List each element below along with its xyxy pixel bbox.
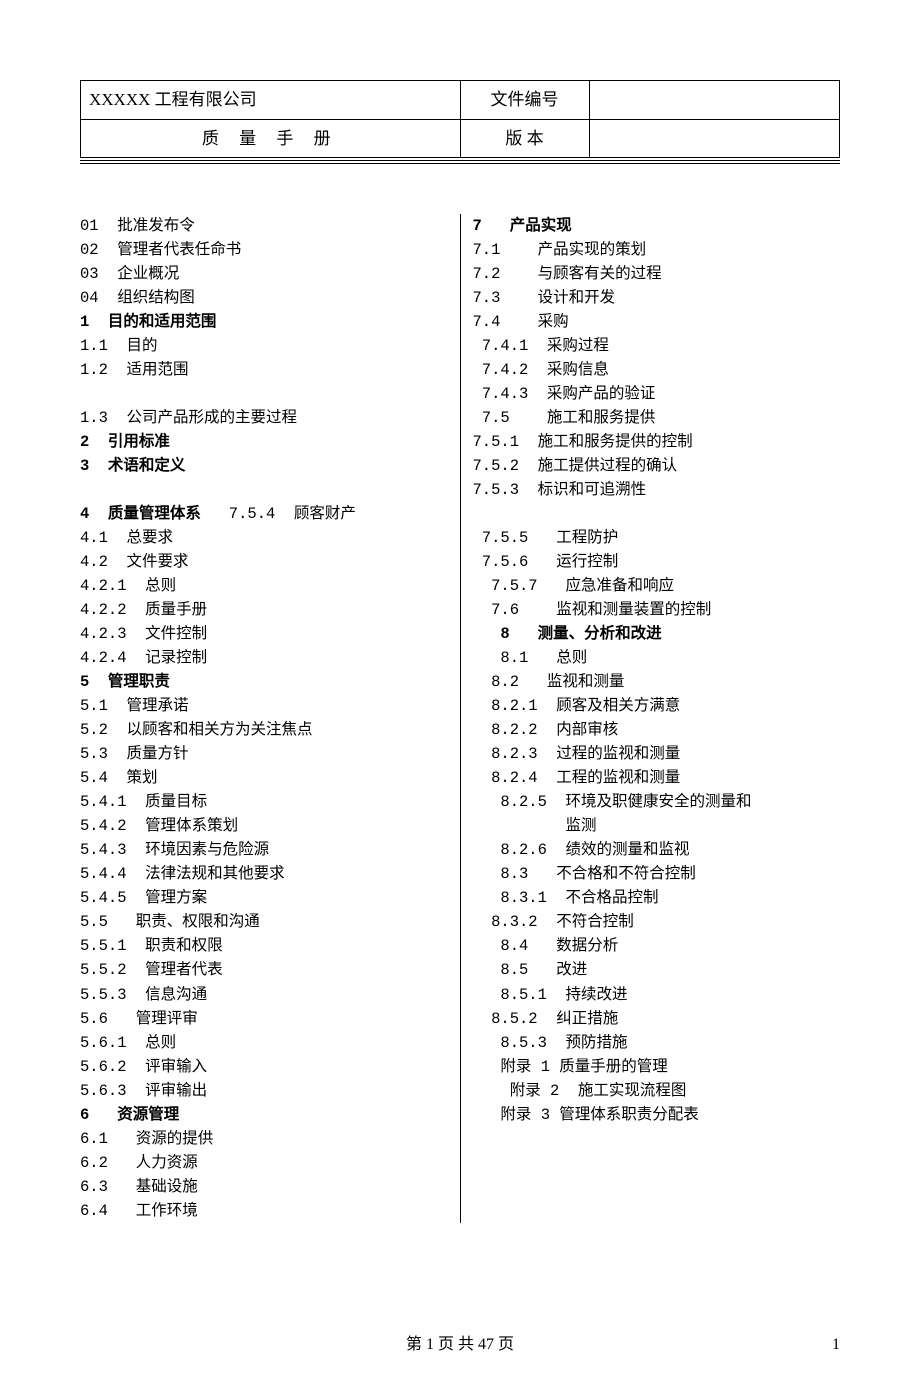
toc-line: 4.2.2 质量手册 <box>80 598 448 622</box>
toc-line: 8.1 总则 <box>473 646 841 670</box>
toc-line: 6 资源管理 <box>80 1103 448 1127</box>
toc-line: 6.3 基础设施 <box>80 1175 448 1199</box>
toc-line: 7.5.5 工程防护 <box>473 526 841 550</box>
toc-line: 6.4 工作环境 <box>80 1199 448 1223</box>
toc-line: 5.6.3 评审输出 <box>80 1079 448 1103</box>
toc-line: 4.2.1 总则 <box>80 574 448 598</box>
toc-line: 3 术语和定义 <box>80 454 448 478</box>
toc-line: 7.5.3 标识和可追溯性 <box>473 478 841 502</box>
toc-line: 7.2 与顾客有关的过程 <box>473 262 841 286</box>
toc-line: 8.5.1 持续改进 <box>473 983 841 1007</box>
footer-page-number: 1 <box>832 1333 840 1357</box>
header-table: XXXXX 工程有限公司 文件编号 质 量 手 册 版 本 <box>80 80 840 158</box>
toc-line: 8 测量、分析和改进 <box>473 622 841 646</box>
toc-line: 附录 2 施工实现流程图 <box>473 1079 841 1103</box>
header-rule <box>80 160 840 164</box>
toc-line: 8.3.1 不合格品控制 <box>473 886 841 910</box>
toc-line: 5.4.2 管理体系策划 <box>80 814 448 838</box>
doc-no-label: 文件编号 <box>460 81 589 120</box>
toc-line: 8.2.4 工程的监视和测量 <box>473 766 841 790</box>
toc-line: 4.1 总要求 <box>80 526 448 550</box>
toc-line: 03 企业概况 <box>80 262 448 286</box>
toc-line: 5.6.1 总则 <box>80 1031 448 1055</box>
doc-no-value <box>589 81 839 120</box>
toc-line: 7.4.2 采购信息 <box>473 358 841 382</box>
toc-line: 7.3 设计和开发 <box>473 286 841 310</box>
toc-line: 7.5 施工和服务提供 <box>473 406 841 430</box>
toc-line: 6.2 人力资源 <box>80 1151 448 1175</box>
toc-line: 4.2.3 文件控制 <box>80 622 448 646</box>
toc-line: 5.6 管理评审 <box>80 1007 448 1031</box>
toc-line: 5.2 以顾客和相关方为关注焦点 <box>80 718 448 742</box>
toc-line <box>80 478 448 502</box>
toc-line: 8.5.3 预防措施 <box>473 1031 841 1055</box>
toc-line <box>473 502 841 526</box>
toc-line: 8.2.3 过程的监视和测量 <box>473 742 841 766</box>
toc-line: 5 管理职责 <box>80 670 448 694</box>
toc-line: 5.3 质量方针 <box>80 742 448 766</box>
toc-line: 02 管理者代表任命书 <box>80 238 448 262</box>
toc-line: 5.6.2 评审输入 <box>80 1055 448 1079</box>
toc-line: 1.3 公司产品形成的主要过程 <box>80 406 448 430</box>
toc-line: 8.2.5 环境及职健康安全的测量和 <box>473 790 841 814</box>
toc-line: 7.1 产品实现的策划 <box>473 238 841 262</box>
toc-line: 5.4 策划 <box>80 766 448 790</box>
toc-line: 5.5.2 管理者代表 <box>80 958 448 982</box>
version-value <box>589 119 839 158</box>
toc-line: 7.4.1 采购过程 <box>473 334 841 358</box>
toc-line: 5.4.3 环境因素与危险源 <box>80 838 448 862</box>
toc-line: 8.4 数据分析 <box>473 934 841 958</box>
toc-line: 1.2 适用范围 <box>80 358 448 382</box>
toc-line: 5.1 管理承诺 <box>80 694 448 718</box>
toc-line: 附录 1 质量手册的管理 <box>473 1055 841 1079</box>
toc-column-left: 01 批准发布令02 管理者代表任命书03 企业概况04 组织结构图1 目的和适… <box>80 214 461 1223</box>
doc-title: 质 量 手 册 <box>81 119 461 158</box>
toc-line: 8.2.2 内部审核 <box>473 718 841 742</box>
toc-line: 5.5 职责、权限和沟通 <box>80 910 448 934</box>
toc-line: 4.2 文件要求 <box>80 550 448 574</box>
toc-line: 7.5.1 施工和服务提供的控制 <box>473 430 841 454</box>
toc-line: 5.5.3 信息沟通 <box>80 983 448 1007</box>
toc-line: 04 组织结构图 <box>80 286 448 310</box>
toc-line: 7.4 采购 <box>473 310 841 334</box>
toc-line: 5.4.5 管理方案 <box>80 886 448 910</box>
toc-line: 8.2 监视和测量 <box>473 670 841 694</box>
page-footer: 第 1 页 共 47 页 1 <box>80 1333 840 1357</box>
toc-line: 5.4.1 质量目标 <box>80 790 448 814</box>
toc-line: 1 目的和适用范围 <box>80 310 448 334</box>
toc-line: 8.2.1 顾客及相关方满意 <box>473 694 841 718</box>
toc-line: 8.5.2 纠正措施 <box>473 1007 841 1031</box>
toc-line: 8.3 不合格和不符合控制 <box>473 862 841 886</box>
toc-line: 8.5 改进 <box>473 958 841 982</box>
toc-line: 7.5.6 运行控制 <box>473 550 841 574</box>
toc-line <box>80 382 448 406</box>
toc-line: 5.5.1 职责和权限 <box>80 934 448 958</box>
toc-line: 01 批准发布令 <box>80 214 448 238</box>
toc-column-right: 7 产品实现7.1 产品实现的策划7.2 与顾客有关的过程7.3 设计和开发7.… <box>461 214 841 1223</box>
toc-line: 7.4.3 采购产品的验证 <box>473 382 841 406</box>
toc-line: 8.3.2 不符合控制 <box>473 910 841 934</box>
footer-center: 第 1 页 共 47 页 <box>406 1336 514 1353</box>
toc-line: 7 产品实现 <box>473 214 841 238</box>
page: XXXXX 工程有限公司 文件编号 质 量 手 册 版 本 01 批准发布令02… <box>0 0 920 1387</box>
company-name: XXXXX 工程有限公司 <box>81 81 461 120</box>
toc-line: 7.5.2 施工提供过程的确认 <box>473 454 841 478</box>
version-label: 版 本 <box>460 119 589 158</box>
toc-line: 2 引用标准 <box>80 430 448 454</box>
toc-line: 8.2.6 绩效的测量和监视 <box>473 838 841 862</box>
toc-line: 4 质量管理体系 7.5.4 顾客财产 <box>80 502 448 526</box>
toc: 01 批准发布令02 管理者代表任命书03 企业概况04 组织结构图1 目的和适… <box>80 214 840 1223</box>
toc-line: 1.1 目的 <box>80 334 448 358</box>
toc-line: 附录 3 管理体系职责分配表 <box>473 1103 841 1127</box>
toc-line: 4.2.4 记录控制 <box>80 646 448 670</box>
toc-line: 7.5.7 应急准备和响应 <box>473 574 841 598</box>
toc-line: 监测 <box>473 814 841 838</box>
toc-line: 5.4.4 法律法规和其他要求 <box>80 862 448 886</box>
toc-line: 7.6 监视和测量装置的控制 <box>473 598 841 622</box>
toc-line: 6.1 资源的提供 <box>80 1127 448 1151</box>
